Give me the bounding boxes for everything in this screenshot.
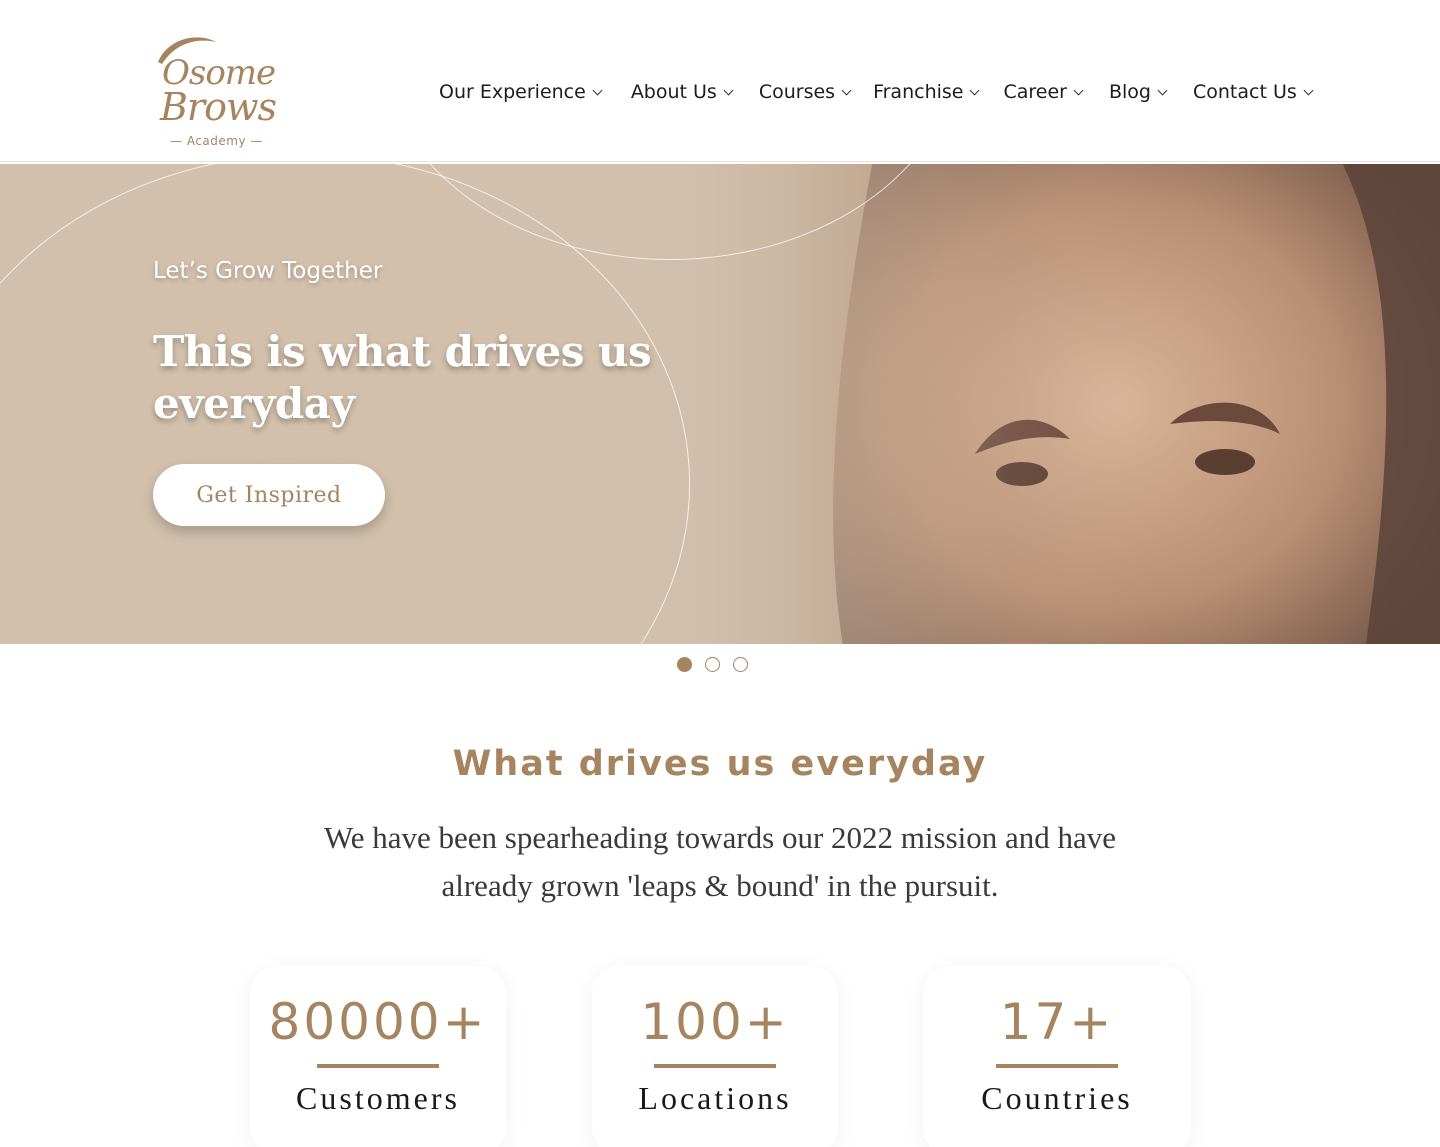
chevron-down-icon bbox=[1157, 85, 1168, 95]
chevron-down-icon bbox=[970, 85, 980, 95]
nav-item-about-us[interactable]: About Us bbox=[630, 81, 734, 103]
hero-eyebrow: Let’s Grow Together bbox=[153, 258, 383, 284]
nav-item-label: Courses bbox=[758, 81, 836, 103]
slider-dot-2[interactable] bbox=[705, 657, 720, 672]
stat-value: 100+ bbox=[640, 993, 790, 1051]
stat-value: 17+ bbox=[999, 993, 1115, 1051]
nav-item-our-experience[interactable]: Our Experience bbox=[439, 81, 603, 103]
nav-item-career[interactable]: Career bbox=[1003, 81, 1084, 103]
slider-dot-1[interactable] bbox=[677, 657, 692, 672]
stat-divider bbox=[317, 1064, 439, 1068]
site-header: Osome Brows — Academy — Our Experience A… bbox=[0, 0, 1440, 162]
chevron-down-icon bbox=[592, 85, 603, 95]
logo-subtitle: — Academy — bbox=[170, 134, 263, 148]
stat-divider bbox=[996, 1064, 1118, 1068]
stat-label: Locations bbox=[638, 1080, 792, 1116]
nav-item-label: About Us bbox=[630, 81, 717, 103]
stat-card-locations: 100+ Locations bbox=[592, 966, 838, 1147]
chevron-down-icon bbox=[841, 85, 852, 95]
nav-item-label: Our Experience bbox=[439, 81, 586, 103]
section-title: What drives us everyday bbox=[452, 744, 988, 784]
stat-label: Customers bbox=[296, 1080, 460, 1116]
stat-divider bbox=[654, 1064, 776, 1068]
slider-dot-3[interactable] bbox=[733, 657, 748, 672]
nav-item-label: Blog bbox=[1108, 81, 1151, 103]
slider-pagination bbox=[677, 657, 761, 672]
get-inspired-button[interactable]: Get Inspired bbox=[153, 464, 385, 526]
nav-item-contact-us[interactable]: Contact Us bbox=[1192, 81, 1314, 103]
chevron-down-icon bbox=[1073, 85, 1084, 95]
stat-card-countries: 17+ Countries bbox=[923, 966, 1191, 1147]
hero-title: This is what drives us everyday bbox=[153, 327, 652, 428]
main-nav: Our Experience About Us Courses Franchis… bbox=[439, 78, 1314, 106]
nav-item-franchise[interactable]: Franchise bbox=[873, 81, 980, 103]
nav-item-label: Career bbox=[1003, 81, 1067, 103]
stat-value: 80000+ bbox=[268, 993, 488, 1051]
stat-label: Countries bbox=[981, 1080, 1133, 1116]
chevron-down-icon bbox=[723, 85, 734, 95]
section-description: We have been spearheading towards our 20… bbox=[323, 820, 1117, 903]
chevron-down-icon bbox=[1303, 85, 1314, 95]
nav-item-label: Franchise bbox=[873, 81, 964, 103]
logo-text-brows: Brows bbox=[160, 85, 277, 129]
stat-card-customers: 80000+ Customers bbox=[250, 966, 506, 1147]
hero-slider: Let’s Grow Together This is what drives … bbox=[0, 164, 1440, 644]
nav-item-courses[interactable]: Courses bbox=[758, 81, 852, 103]
nav-item-label: Contact Us bbox=[1192, 81, 1297, 103]
nav-item-blog[interactable]: Blog bbox=[1108, 81, 1168, 103]
brand-logo[interactable]: Osome Brows — Academy — bbox=[152, 28, 292, 154]
